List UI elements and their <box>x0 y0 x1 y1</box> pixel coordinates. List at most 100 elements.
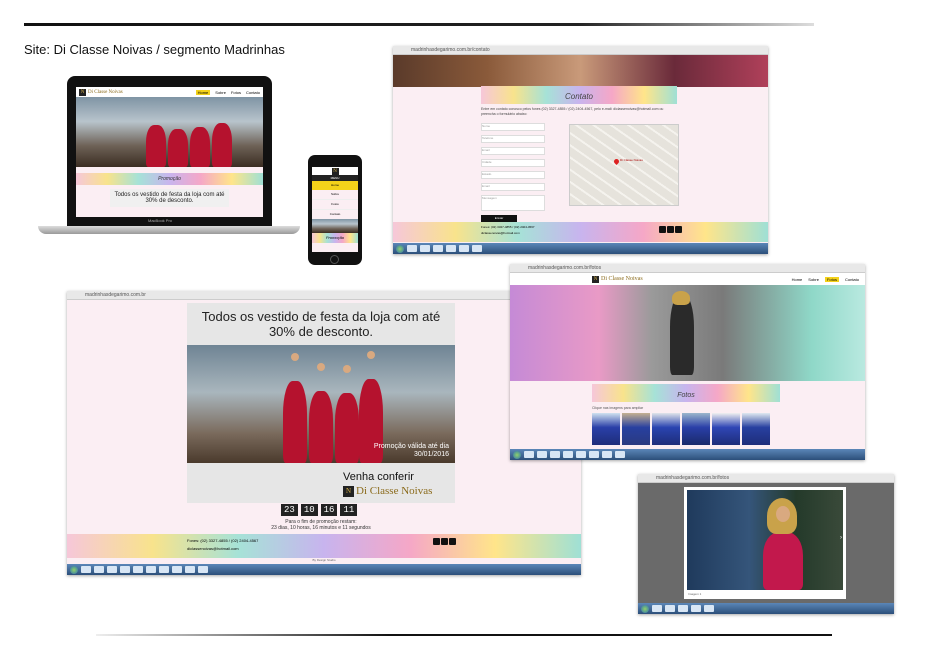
taskbar-item[interactable] <box>459 245 469 252</box>
phone-mockup: N MENU Home Sobre Fotos Contato Promoção <box>308 155 362 265</box>
promo-social-icons <box>433 538 456 545</box>
promo-validity: Promoção válida até dia 30/01/2016 <box>373 443 449 458</box>
taskbar-item[interactable] <box>420 245 430 252</box>
promo-brand-logo: N Di Classe Noivas <box>343 485 432 497</box>
phone-menu-sobre[interactable]: Sobre <box>312 190 358 200</box>
windows-start-icon[interactable] <box>396 244 404 253</box>
taskbar-item[interactable] <box>120 566 130 573</box>
phone-menu-contato[interactable]: Contato <box>312 210 358 219</box>
lightbox-image[interactable] <box>687 490 843 590</box>
gallery-thumb[interactable] <box>682 413 710 445</box>
taskbar-item[interactable] <box>146 566 156 573</box>
countdown-days: 23 <box>281 504 298 516</box>
taskbar-item[interactable] <box>81 566 91 573</box>
gallery-thumb[interactable] <box>712 413 740 445</box>
taskbar-item[interactable] <box>472 245 482 252</box>
phone-menu-fotos[interactable]: Fotos <box>312 200 358 210</box>
fotos-address-bar[interactable]: madrinhasdegarimo.com.br/fotos <box>510 264 865 273</box>
promo-footer-phone: Fones: (02) 3327-4855 / (02) 2404-4567 <box>187 538 259 543</box>
taskbar-item[interactable] <box>665 605 675 612</box>
taskbar-item[interactable] <box>185 566 195 573</box>
windows-start-icon[interactable] <box>513 450 521 459</box>
contact-submit-button[interactable]: Enviar <box>481 215 517 222</box>
fotos-title-band: Fotos <box>592 384 780 402</box>
facebook-icon[interactable] <box>433 538 440 545</box>
laptop-nav-sobre[interactable]: Sobre <box>215 90 226 95</box>
contact-address-bar[interactable]: madrinhasdegarimo.com.br/contato <box>393 46 768 55</box>
phone-logo: N <box>331 167 339 175</box>
contact-field-estado[interactable]: Estado <box>481 171 545 179</box>
promo-footer: Fones: (02) 3327-4855 / (02) 2404-4567 d… <box>67 534 581 558</box>
lightbox-model-dress <box>763 532 803 590</box>
laptop-nav-contato[interactable]: Contato <box>246 90 260 95</box>
contact-title-band: Contato <box>481 86 677 104</box>
taskbar-item[interactable] <box>691 605 701 612</box>
lightbox-screenshot: madrinhasdegarimo.com.br/fotos Imagem 1 … <box>638 474 894 614</box>
contact-field-cidade[interactable]: Cidade <box>481 159 545 167</box>
fotos-nav-contato[interactable]: Contato <box>845 277 859 282</box>
gallery-thumb[interactable] <box>742 413 770 445</box>
instagram-icon[interactable] <box>675 226 682 233</box>
promo-headline: Todos os vestido de festa da loja com at… <box>201 309 441 339</box>
facebook-icon[interactable] <box>659 226 666 233</box>
contact-field-mensagem[interactable]: Mensagem <box>481 195 545 211</box>
taskbar-item[interactable] <box>550 451 560 458</box>
countdown-hours: 10 <box>300 504 318 516</box>
countdown-seconds: 11 <box>340 504 358 516</box>
taskbar-item[interactable] <box>589 451 599 458</box>
phone-menu-home[interactable]: Home <box>312 181 358 190</box>
taskbar-item[interactable] <box>576 451 586 458</box>
instagram-icon[interactable] <box>449 538 456 545</box>
taskbar-item[interactable] <box>602 451 612 458</box>
laptop-logo: N Di Classe Noivas <box>79 88 123 96</box>
contact-field-nome[interactable]: Nome <box>481 123 545 131</box>
taskbar-item[interactable] <box>563 451 573 458</box>
contact-field-email-2[interactable]: Email <box>481 183 545 191</box>
gallery-thumb[interactable] <box>652 413 680 445</box>
taskbar-item[interactable] <box>446 245 456 252</box>
contact-title: Contato <box>564 92 594 101</box>
gallery-thumb[interactable] <box>622 413 650 445</box>
windows-start-icon[interactable] <box>641 604 649 613</box>
taskbar-item[interactable] <box>107 566 117 573</box>
twitter-icon[interactable] <box>667 226 674 233</box>
promo-footer-email: diclassenoivas@hotmail.com <box>187 546 239 551</box>
contact-footer-email: diclassenoivas@hotmail.com <box>481 231 520 235</box>
taskbar-item[interactable] <box>159 566 169 573</box>
map-pin-icon <box>612 157 621 166</box>
taskbar-item[interactable] <box>94 566 104 573</box>
promo-photo: Promoção válida até dia 30/01/2016 <box>187 345 455 463</box>
twitter-icon[interactable] <box>441 538 448 545</box>
gallery-thumb[interactable] <box>592 413 620 445</box>
promo-address-bar[interactable]: madrinhasdegarimo.com.br <box>67 291 581 300</box>
fotos-nav-sobre[interactable]: Sobre <box>808 277 819 282</box>
contact-field-email[interactable]: Email <box>481 147 545 155</box>
fotos-header: N Di Classe Noivas Home Sobre Fotos Conta… <box>510 273 865 285</box>
phone-home-button[interactable] <box>330 255 339 264</box>
fotos-hero <box>510 285 865 381</box>
laptop-nav-home[interactable]: Home <box>195 89 211 95</box>
lightbox-frame: Imagem 1 <box>684 487 846 599</box>
windows-start-icon[interactable] <box>70 565 78 574</box>
taskbar-item[interactable] <box>172 566 182 573</box>
taskbar-item[interactable] <box>652 605 662 612</box>
taskbar-item[interactable] <box>133 566 143 573</box>
taskbar-item[interactable] <box>704 605 714 612</box>
fotos-nav-home[interactable]: Home <box>792 277 803 282</box>
taskbar-item[interactable] <box>615 451 625 458</box>
laptop-nav-fotos[interactable]: Fotos <box>231 90 241 95</box>
taskbar-item[interactable] <box>524 451 534 458</box>
lightbox-address-bar[interactable]: madrinhasdegarimo.com.br/fotos <box>638 474 894 483</box>
close-icon[interactable]: › <box>840 535 845 541</box>
taskbar-item[interactable] <box>433 245 443 252</box>
contact-map[interactable]: Di Classe Noivas <box>569 124 679 206</box>
contact-social-icons <box>659 226 682 233</box>
taskbar-item[interactable] <box>537 451 547 458</box>
contact-field-telefone[interactable]: Telefone <box>481 135 545 143</box>
fotos-taskbar <box>510 449 865 460</box>
fotos-title: Fotos <box>677 392 695 399</box>
taskbar-item[interactable] <box>407 245 417 252</box>
taskbar-item[interactable] <box>198 566 208 573</box>
taskbar-item[interactable] <box>678 605 688 612</box>
fotos-nav-fotos[interactable]: Fotos <box>824 276 839 282</box>
